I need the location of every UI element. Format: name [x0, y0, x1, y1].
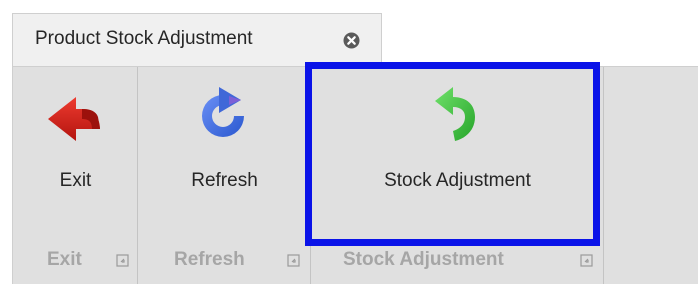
- document-tab[interactable]: Product Stock Adjustment: [12, 13, 382, 66]
- ribbon: Exit Exit Refresh Refresh Stock Adjustme…: [12, 66, 698, 284]
- app-window: Product Stock Adjustment Exit Exit Refre…: [0, 0, 698, 284]
- ribbon-group-exit: Exit Exit: [13, 67, 138, 284]
- exit-button-label: Exit: [59, 170, 92, 191]
- dialog-launcher-icon[interactable]: [287, 254, 300, 267]
- group-label-refresh: Refresh: [174, 249, 245, 270]
- group-label-exit: Exit: [47, 249, 82, 270]
- refresh-button[interactable]: Refresh: [138, 67, 311, 237]
- group-footer-refresh: Refresh: [138, 245, 310, 275]
- stock-adjustment-button-label: Stock Adjustment: [384, 170, 531, 191]
- dialog-launcher-icon[interactable]: [580, 254, 593, 267]
- group-footer-exit: Exit: [13, 245, 137, 275]
- group-label-stock-adjustment: Stock Adjustment: [343, 249, 504, 270]
- undo-arrow-icon: [423, 83, 487, 147]
- ribbon-group-stock-adjustment: Stock Adjustment Stock Adjustment: [311, 67, 604, 284]
- group-footer-stock-adjustment: Stock Adjustment: [311, 245, 603, 275]
- dialog-launcher-icon[interactable]: [116, 254, 129, 267]
- exit-arrow-icon: [42, 83, 106, 147]
- tab-title: Product Stock Adjustment: [35, 28, 253, 49]
- ribbon-group-refresh: Refresh Refresh: [138, 67, 311, 284]
- exit-button[interactable]: Exit: [13, 67, 138, 237]
- refresh-button-label: Refresh: [191, 170, 258, 191]
- stock-adjustment-button[interactable]: Stock Adjustment: [311, 67, 604, 237]
- close-icon[interactable]: [342, 31, 361, 50]
- refresh-icon: [191, 83, 255, 147]
